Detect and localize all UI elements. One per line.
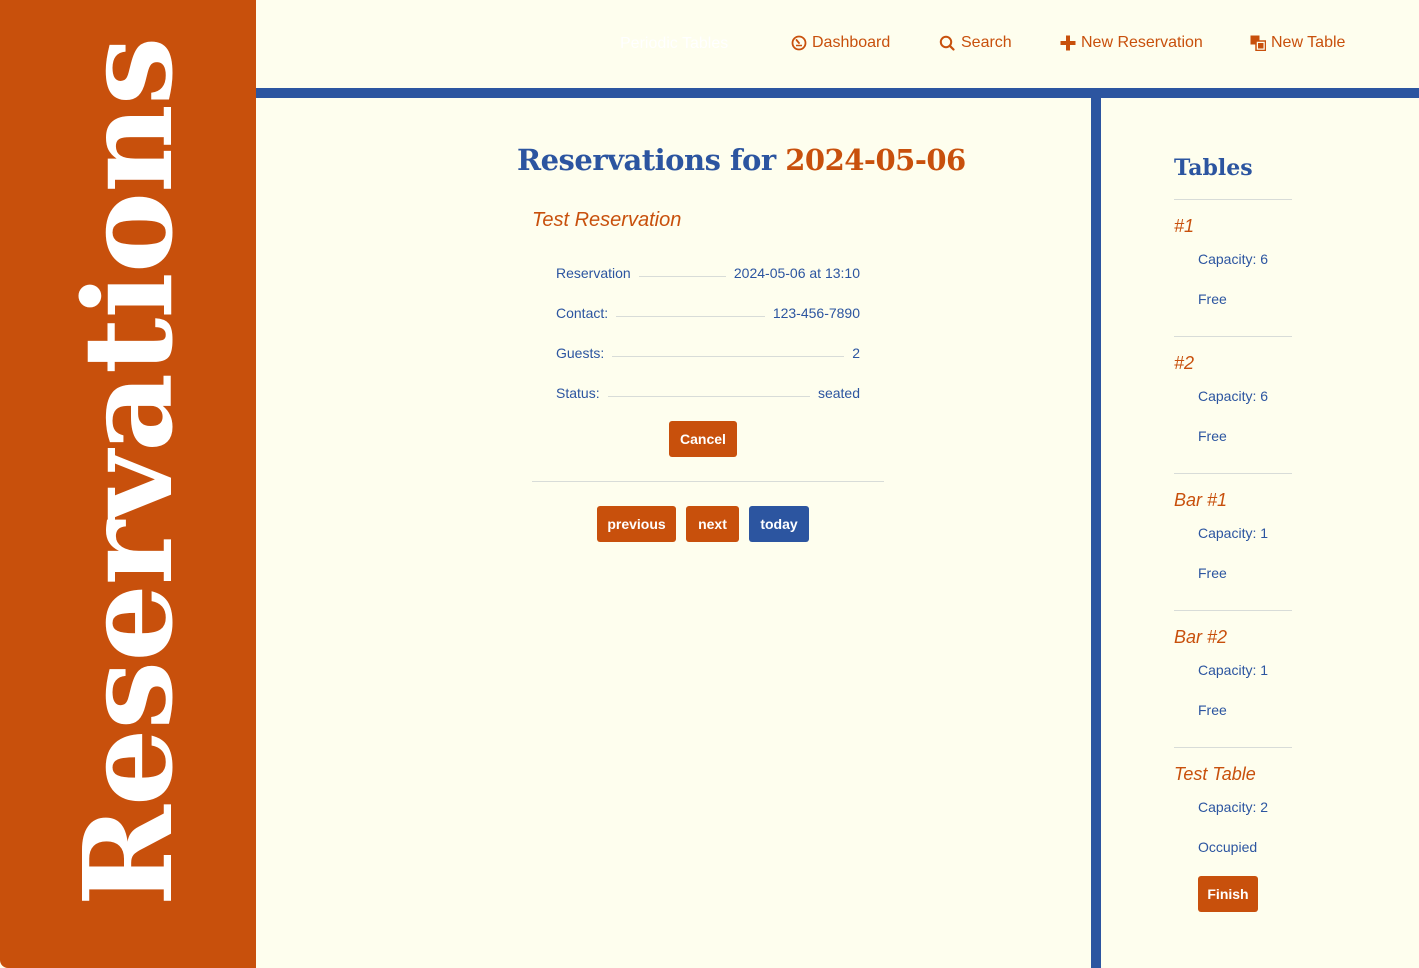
reservation-name: Test Reservation (532, 209, 682, 231)
detail-label: Contact: (556, 305, 609, 321)
cancel-reservation-button[interactable]: Cancel (669, 421, 737, 457)
nav-new-reservation-label: New Reservation (1081, 34, 1203, 51)
dotted-leader (638, 275, 726, 277)
next-day-button[interactable]: next (686, 506, 739, 542)
table-status: Free (1198, 428, 1227, 444)
table-capacity: Capacity: 1 (1198, 662, 1269, 678)
detail-row-reservation: Reservation 2024-05-06 at 13:10 (556, 263, 860, 283)
detail-value: 123-456-7890 (772, 305, 860, 321)
page-title-date: 2024-05-06 (785, 143, 966, 177)
brand-sidebar: Reservations (0, 0, 256, 968)
table-status: Free (1198, 291, 1227, 307)
search-icon (939, 35, 956, 51)
plus-icon (1060, 35, 1076, 51)
table-capacity: Capacity: 6 (1198, 388, 1269, 404)
dotted-leader (616, 315, 765, 317)
nav-dashboard[interactable]: Dashboard (791, 34, 890, 52)
table-divider (1174, 473, 1292, 474)
brand-title: Reservations (56, 37, 200, 907)
dotted-leader (612, 355, 845, 357)
content-divider (532, 481, 884, 482)
detail-row-status: Status: seated (556, 383, 860, 403)
table-divider (1174, 199, 1292, 200)
page-title: Reservations for 2024-05-06 (517, 143, 966, 177)
nav-new-reservation[interactable]: New Reservation (1060, 34, 1203, 52)
detail-row-guests: Guests: 2 (556, 343, 860, 363)
table-status: Free (1198, 565, 1227, 581)
dashboard-icon (791, 35, 807, 51)
page-title-prefix: Reservations for (517, 143, 776, 177)
table-status: Free (1198, 702, 1227, 718)
previous-day-button[interactable]: previous (597, 506, 676, 542)
table-name: Test Table (1174, 764, 1256, 784)
table-name: #2 (1174, 353, 1195, 373)
table-name: Bar #1 (1174, 490, 1228, 510)
table-capacity: Capacity: 6 (1198, 251, 1269, 267)
nav-new-table[interactable]: New Table (1250, 34, 1345, 52)
table-divider (1174, 610, 1292, 611)
today-button[interactable]: today (749, 506, 809, 542)
detail-value: seated (817, 385, 860, 401)
nav-dashboard-label: Dashboard (812, 34, 891, 51)
table-name: #1 (1174, 216, 1195, 236)
table-capacity: Capacity: 1 (1198, 525, 1269, 541)
nav-search[interactable]: Search (939, 34, 1012, 52)
tables-title: Tables (1174, 155, 1253, 181)
tables-panel-divider (1091, 98, 1101, 968)
app-name-link[interactable]: Periodic Tables (620, 35, 728, 53)
detail-label: Status: (556, 385, 600, 401)
table-status: Occupied (1198, 839, 1258, 855)
top-navigation: Periodic Tables Dashboard Search New Res… (256, 0, 1419, 88)
detail-label: Reservation (556, 265, 631, 281)
table-capacity: Capacity: 2 (1198, 799, 1269, 815)
table-divider (1174, 747, 1292, 748)
table-name: Bar #2 (1174, 627, 1228, 647)
table-icon (1250, 35, 1266, 51)
header-divider (256, 88, 1419, 98)
detail-label: Guests: (556, 345, 605, 361)
nav-new-table-label: New Table (1271, 34, 1346, 51)
table-divider (1174, 336, 1292, 337)
detail-value: 2 (852, 345, 860, 361)
detail-value: 2024-05-06 at 13:10 (733, 265, 860, 281)
dotted-leader (607, 395, 810, 397)
nav-search-label: Search (961, 34, 1012, 51)
finish-table-button[interactable]: Finish (1198, 876, 1258, 912)
detail-row-contact: Contact: 123-456-7890 (556, 303, 860, 323)
